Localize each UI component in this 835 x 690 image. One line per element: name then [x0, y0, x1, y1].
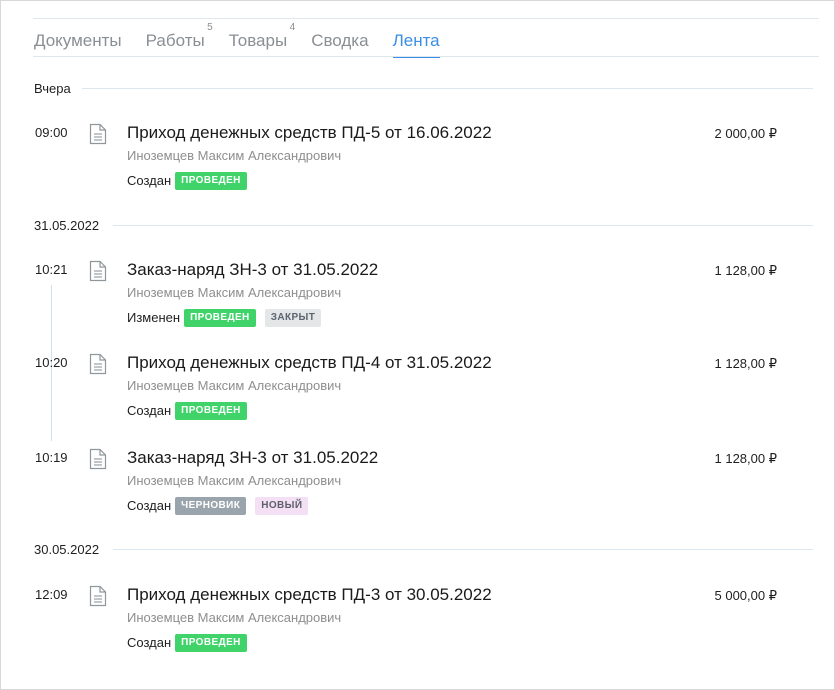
tab-count-badge: 4: [289, 22, 296, 33]
status-badge-posted: ПРОВЕДЕН: [175, 402, 247, 420]
tab-feed[interactable]: Лента: [392, 27, 440, 58]
status-badge-posted: ПРОВЕДЕН: [175, 172, 247, 190]
document-icon: [89, 123, 107, 145]
entry-time: 09:00: [35, 125, 68, 140]
tab-label: Сводка: [311, 31, 369, 50]
entry-title-link[interactable]: Приход денежных средств ПД-3 от 30.05.20…: [127, 585, 492, 605]
feed-entry: 12:09 Приход денежных средств ПД-3 от 30…: [0, 585, 835, 665]
entry-title-link[interactable]: Приход денежных средств ПД-5 от 16.06.20…: [127, 123, 492, 143]
status-badge-posted: ПРОВЕДЕН: [184, 309, 256, 327]
tab-works[interactable]: Работы 5: [145, 22, 213, 55]
feed-entry: 10:19 Заказ-наряд ЗН-3 от 31.05.2022 1 1…: [0, 448, 835, 528]
feed-entry: 09:00 Приход денежных средств ПД-5 от 16…: [0, 123, 835, 203]
entry-title-link[interactable]: Заказ-наряд ЗН-3 от 31.05.2022: [127, 448, 378, 468]
tab-count-badge: 5: [207, 22, 213, 33]
entry-action: Создан: [127, 403, 172, 418]
entry-amount: 1 128,00 ₽: [714, 263, 778, 278]
entry-status-row: Создан ПРОВЕДЕН: [127, 401, 256, 421]
document-icon: [89, 353, 107, 375]
entry-action: Создан: [127, 498, 172, 513]
entry-amount: 2 000,00 ₽: [714, 126, 778, 141]
entry-status-row: Изменен ПРОВЕДЕН ЗАКРЫТ: [127, 308, 330, 328]
tab-divider: [33, 56, 819, 57]
entry-amount: 1 128,00 ₽: [714, 356, 778, 371]
status-badge-draft: ЧЕРНОВИК: [175, 497, 247, 515]
document-icon: [89, 585, 107, 607]
entry-author: Иноземцев Максим Александрович: [127, 473, 342, 488]
entry-author: Иноземцев Максим Александрович: [127, 285, 342, 300]
entry-status-row: Создан ЧЕРНОВИК НОВЫЙ: [127, 496, 317, 516]
entry-author: Иноземцев Максим Александрович: [127, 610, 342, 625]
entry-action: Изменен: [127, 310, 181, 325]
entry-time: 10:20: [35, 355, 68, 370]
tab-label: Документы: [34, 31, 122, 50]
entry-author: Иноземцев Максим Александрович: [127, 148, 342, 163]
date-separator-label: 31.05.2022: [34, 218, 100, 233]
status-badge-new: НОВЫЙ: [255, 497, 309, 515]
date-separator-line: [113, 225, 813, 226]
tab-label: Товары: [228, 31, 288, 50]
tab-bar: Документы Работы 5 Товары 4 Сводка Лента: [34, 22, 464, 58]
feed-entry: 10:20 Приход денежных средств ПД-4 от 31…: [0, 353, 835, 433]
date-separator-line: [113, 549, 813, 550]
date-separator-line: [82, 88, 813, 89]
entry-time: 10:19: [35, 450, 68, 465]
entry-time: 10:21: [35, 262, 68, 277]
entry-action: Создан: [127, 173, 172, 188]
entry-status-row: Создан ПРОВЕДЕН: [127, 171, 256, 191]
entry-action: Создан: [127, 635, 172, 650]
status-badge-closed: ЗАКРЫТ: [264, 309, 322, 327]
entry-title-link[interactable]: Заказ-наряд ЗН-3 от 31.05.2022: [127, 260, 378, 280]
entry-author: Иноземцев Максим Александрович: [127, 378, 342, 393]
document-icon: [89, 260, 107, 282]
tab-label: Работы: [145, 31, 205, 50]
status-badge-posted: ПРОВЕДЕН: [175, 634, 247, 652]
feed-entry: 10:21 Заказ-наряд ЗН-3 от 31.05.2022 1 1…: [0, 260, 835, 340]
date-separator-label: 30.05.2022: [34, 542, 100, 557]
tab-label: Лента: [392, 31, 440, 50]
document-icon: [89, 448, 107, 470]
entry-amount: 5 000,00 ₽: [714, 588, 778, 603]
date-separator-label: Вчера: [34, 81, 71, 96]
entry-amount: 1 128,00 ₽: [714, 451, 778, 466]
tab-documents[interactable]: Документы: [34, 27, 122, 55]
tab-summary[interactable]: Сводка: [311, 27, 368, 55]
entry-time: 12:09: [35, 587, 68, 602]
entry-status-row: Создан ПРОВЕДЕН: [127, 633, 256, 653]
tab-goods[interactable]: Товары 4: [228, 22, 295, 55]
top-divider: [33, 18, 819, 19]
entry-title-link[interactable]: Приход денежных средств ПД-4 от 31.05.20…: [127, 353, 492, 373]
